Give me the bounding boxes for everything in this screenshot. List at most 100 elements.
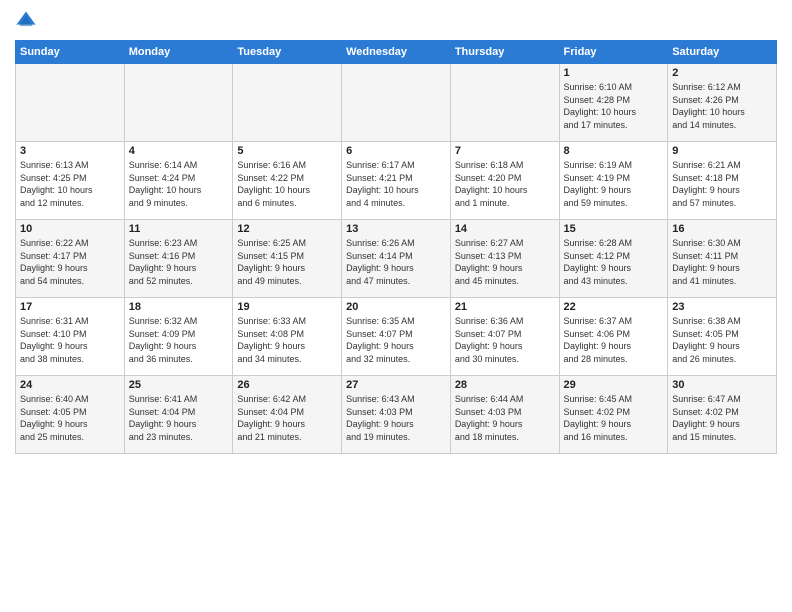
week-row-1: 1 Sunrise: 6:10 AM Sunset: 4:28 PM Daylig… xyxy=(16,64,777,142)
calendar-cell: 10 Sunrise: 6:22 AM Sunset: 4:17 PM Dayli… xyxy=(16,220,125,298)
calendar-table: SundayMondayTuesdayWednesdayThursdayFrid… xyxy=(15,40,777,454)
day-number: 23 xyxy=(672,301,772,313)
day-number: 6 xyxy=(346,145,446,157)
day-info: Sunrise: 6:16 AM Sunset: 4:22 PM Dayligh… xyxy=(237,159,337,209)
day-number: 20 xyxy=(346,301,446,313)
day-info: Sunrise: 6:10 AM Sunset: 4:28 PM Dayligh… xyxy=(564,81,664,131)
weekday-header-friday: Friday xyxy=(559,41,668,64)
logo-icon xyxy=(15,10,37,32)
weekday-header-sunday: Sunday xyxy=(16,41,125,64)
day-info: Sunrise: 6:28 AM Sunset: 4:12 PM Dayligh… xyxy=(564,237,664,287)
day-number: 27 xyxy=(346,379,446,391)
day-number: 13 xyxy=(346,223,446,235)
calendar-cell: 5 Sunrise: 6:16 AM Sunset: 4:22 PM Daylig… xyxy=(233,142,342,220)
day-info: Sunrise: 6:37 AM Sunset: 4:06 PM Dayligh… xyxy=(564,315,664,365)
day-number: 3 xyxy=(20,145,120,157)
day-info: Sunrise: 6:35 AM Sunset: 4:07 PM Dayligh… xyxy=(346,315,446,365)
calendar-cell: 28Sunrise: 6:44 AM Sunset: 4:03 PM Dayli… xyxy=(450,376,559,454)
calendar-cell: 3Sunrise: 6:13 AM Sunset: 4:25 PM Daylig… xyxy=(16,142,125,220)
calendar-cell: 29Sunrise: 6:45 AM Sunset: 4:02 PM Dayli… xyxy=(559,376,668,454)
day-info: Sunrise: 6:21 AM Sunset: 4:18 PM Dayligh… xyxy=(672,159,772,209)
calendar-cell xyxy=(342,64,451,142)
day-info: Sunrise: 6:18 AM Sunset: 4:20 PM Dayligh… xyxy=(455,159,555,209)
calendar-cell: 6 Sunrise: 6:17 AM Sunset: 4:21 PM Daylig… xyxy=(342,142,451,220)
day-info: Sunrise: 6:22 AM Sunset: 4:17 PM Dayligh… xyxy=(20,237,120,287)
day-number: 24 xyxy=(20,379,120,391)
day-number: 30 xyxy=(672,379,772,391)
calendar-cell xyxy=(233,64,342,142)
day-info: Sunrise: 6:25 AM Sunset: 4:15 PM Dayligh… xyxy=(237,237,337,287)
calendar-cell: 30 Sunrise: 6:47 AM Sunset: 4:02 PM Dayli… xyxy=(668,376,777,454)
weekday-header-monday: Monday xyxy=(124,41,233,64)
weekday-header-saturday: Saturday xyxy=(668,41,777,64)
calendar-cell: 4 Sunrise: 6:14 AM Sunset: 4:24 PM Daylig… xyxy=(124,142,233,220)
day-info: Sunrise: 6:40 AM Sunset: 4:05 PM Dayligh… xyxy=(20,393,120,443)
calendar-cell: 15 Sunrise: 6:28 AM Sunset: 4:12 PM Dayli… xyxy=(559,220,668,298)
calendar-cell: 1 Sunrise: 6:10 AM Sunset: 4:28 PM Daylig… xyxy=(559,64,668,142)
weekday-header-thursday: Thursday xyxy=(450,41,559,64)
day-number: 16 xyxy=(672,223,772,235)
calendar-cell xyxy=(124,64,233,142)
day-number: 8 xyxy=(564,145,664,157)
week-row-2: 3Sunrise: 6:13 AM Sunset: 4:25 PM Daylig… xyxy=(16,142,777,220)
calendar-cell: 9Sunrise: 6:21 AM Sunset: 4:18 PM Daylig… xyxy=(668,142,777,220)
day-number: 2 xyxy=(672,67,772,79)
calendar-cell: 23 Sunrise: 6:38 AM Sunset: 4:05 PM Dayli… xyxy=(668,298,777,376)
calendar-cell: 7Sunrise: 6:18 AM Sunset: 4:20 PM Daylig… xyxy=(450,142,559,220)
day-info: Sunrise: 6:26 AM Sunset: 4:14 PM Dayligh… xyxy=(346,237,446,287)
page-container: SundayMondayTuesdayWednesdayThursdayFrid… xyxy=(0,0,792,459)
day-info: Sunrise: 6:38 AM Sunset: 4:05 PM Dayligh… xyxy=(672,315,772,365)
day-info: Sunrise: 6:14 AM Sunset: 4:24 PM Dayligh… xyxy=(129,159,229,209)
day-number: 10 xyxy=(20,223,120,235)
day-info: Sunrise: 6:19 AM Sunset: 4:19 PM Dayligh… xyxy=(564,159,664,209)
day-info: Sunrise: 6:42 AM Sunset: 4:04 PM Dayligh… xyxy=(237,393,337,443)
week-row-5: 24 Sunrise: 6:40 AM Sunset: 4:05 PM Dayli… xyxy=(16,376,777,454)
calendar-cell: 21 Sunrise: 6:36 AM Sunset: 4:07 PM Dayli… xyxy=(450,298,559,376)
day-info: Sunrise: 6:27 AM Sunset: 4:13 PM Dayligh… xyxy=(455,237,555,287)
calendar-cell: 27 Sunrise: 6:43 AM Sunset: 4:03 PM Dayli… xyxy=(342,376,451,454)
day-info: Sunrise: 6:43 AM Sunset: 4:03 PM Dayligh… xyxy=(346,393,446,443)
day-number: 1 xyxy=(564,67,664,79)
calendar-cell: 11 Sunrise: 6:23 AM Sunset: 4:16 PM Dayli… xyxy=(124,220,233,298)
day-info: Sunrise: 6:33 AM Sunset: 4:08 PM Dayligh… xyxy=(237,315,337,365)
calendar-cell: 16 Sunrise: 6:30 AM Sunset: 4:11 PM Dayli… xyxy=(668,220,777,298)
week-row-4: 17 Sunrise: 6:31 AM Sunset: 4:10 PM Dayli… xyxy=(16,298,777,376)
weekday-header-wednesday: Wednesday xyxy=(342,41,451,64)
day-info: Sunrise: 6:17 AM Sunset: 4:21 PM Dayligh… xyxy=(346,159,446,209)
day-info: Sunrise: 6:47 AM Sunset: 4:02 PM Dayligh… xyxy=(672,393,772,443)
day-number: 19 xyxy=(237,301,337,313)
day-info: Sunrise: 6:36 AM Sunset: 4:07 PM Dayligh… xyxy=(455,315,555,365)
calendar-cell: 8 Sunrise: 6:19 AM Sunset: 4:19 PM Daylig… xyxy=(559,142,668,220)
calendar-cell: 13 Sunrise: 6:26 AM Sunset: 4:14 PM Dayli… xyxy=(342,220,451,298)
day-number: 17 xyxy=(20,301,120,313)
day-number: 25 xyxy=(129,379,229,391)
day-number: 15 xyxy=(564,223,664,235)
calendar-cell: 26 Sunrise: 6:42 AM Sunset: 4:04 PM Dayli… xyxy=(233,376,342,454)
day-number: 26 xyxy=(237,379,337,391)
calendar-cell: 25 Sunrise: 6:41 AM Sunset: 4:04 PM Dayli… xyxy=(124,376,233,454)
calendar-cell: 18Sunrise: 6:32 AM Sunset: 4:09 PM Dayli… xyxy=(124,298,233,376)
day-number: 29 xyxy=(564,379,664,391)
day-number: 22 xyxy=(564,301,664,313)
calendar-cell xyxy=(16,64,125,142)
calendar-cell: 17 Sunrise: 6:31 AM Sunset: 4:10 PM Dayli… xyxy=(16,298,125,376)
weekday-header-tuesday: Tuesday xyxy=(233,41,342,64)
day-info: Sunrise: 6:31 AM Sunset: 4:10 PM Dayligh… xyxy=(20,315,120,365)
day-number: 5 xyxy=(237,145,337,157)
day-info: Sunrise: 6:44 AM Sunset: 4:03 PM Dayligh… xyxy=(455,393,555,443)
day-number: 4 xyxy=(129,145,229,157)
day-info: Sunrise: 6:23 AM Sunset: 4:16 PM Dayligh… xyxy=(129,237,229,287)
page-header xyxy=(15,10,777,32)
calendar-cell: 22 Sunrise: 6:37 AM Sunset: 4:06 PM Dayli… xyxy=(559,298,668,376)
week-row-3: 10 Sunrise: 6:22 AM Sunset: 4:17 PM Dayli… xyxy=(16,220,777,298)
calendar-cell: 19 Sunrise: 6:33 AM Sunset: 4:08 PM Dayli… xyxy=(233,298,342,376)
day-info: Sunrise: 6:30 AM Sunset: 4:11 PM Dayligh… xyxy=(672,237,772,287)
day-number: 11 xyxy=(129,223,229,235)
day-number: 12 xyxy=(237,223,337,235)
calendar-cell: 2 Sunrise: 6:12 AM Sunset: 4:26 PM Daylig… xyxy=(668,64,777,142)
day-info: Sunrise: 6:12 AM Sunset: 4:26 PM Dayligh… xyxy=(672,81,772,131)
day-number: 21 xyxy=(455,301,555,313)
day-info: Sunrise: 6:41 AM Sunset: 4:04 PM Dayligh… xyxy=(129,393,229,443)
logo xyxy=(15,10,41,32)
day-info: Sunrise: 6:32 AM Sunset: 4:09 PM Dayligh… xyxy=(129,315,229,365)
